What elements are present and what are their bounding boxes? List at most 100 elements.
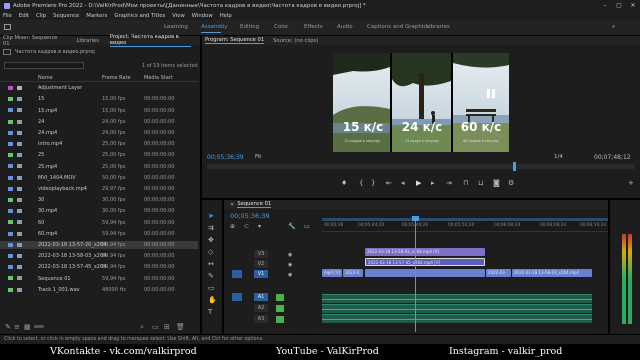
menu-help[interactable]: Help bbox=[220, 13, 232, 19]
list-item[interactable]: MVI_1404.MOV 50,00 fps 00:00:00:00 bbox=[0, 174, 198, 182]
source-patch-v1[interactable] bbox=[232, 270, 242, 278]
track-a3-label[interactable]: A3 bbox=[254, 315, 268, 323]
color-label-swatch[interactable] bbox=[8, 242, 13, 247]
color-label-swatch[interactable] bbox=[8, 254, 13, 258]
list-item[interactable]: 24.mp4 24,00 fps 00:00:00:00 bbox=[0, 129, 198, 137]
clip-v3[interactable]: 2022-03-18 13-58-03_x264.mp4 [V] bbox=[365, 248, 485, 256]
color-label-swatch[interactable] bbox=[8, 164, 13, 169]
tab-clip-mixer[interactable]: Clip Mixer: Sequence 01 bbox=[3, 35, 62, 47]
rectangle-tool-icon[interactable]: ▭ bbox=[208, 284, 215, 292]
clip-v1-a[interactable]: mp4 [V] bbox=[322, 269, 342, 277]
list-item[interactable]: 60 59,94 fps 00:00:00:00 bbox=[0, 218, 198, 226]
go-to-in-icon[interactable]: ⇤ bbox=[386, 179, 392, 187]
color-label-swatch[interactable] bbox=[8, 276, 13, 281]
menu-edit[interactable]: Edit bbox=[19, 13, 29, 19]
ripple-edit-icon[interactable]: ✥ bbox=[208, 236, 214, 244]
home-icon[interactable] bbox=[4, 24, 11, 30]
list-item[interactable]: 2022-03-18 13-57-20_x264 59,94 fps 00:00:0… bbox=[0, 240, 198, 250]
column-frame-rate[interactable]: Frame Rate bbox=[102, 75, 131, 81]
search-bin-icon[interactable]: ⌕ bbox=[140, 323, 144, 332]
menu-graphics[interactable]: Graphics and Titles bbox=[114, 13, 165, 19]
workspace-editing[interactable]: Editing bbox=[240, 24, 259, 30]
list-item[interactable]: 24 24,00 fps 00:00:00:00 bbox=[0, 118, 198, 126]
extract-icon[interactable]: ⊔ bbox=[478, 179, 483, 187]
captions-icon[interactable]: ▭ bbox=[304, 223, 310, 230]
add-marker-timeline-icon[interactable]: ▾ bbox=[258, 223, 261, 230]
list-item[interactable]: Sequence 01 59,94 fps 00:00:00:00 bbox=[0, 274, 198, 282]
trash-icon[interactable]: 🗑 bbox=[176, 323, 185, 331]
column-media-start[interactable]: Media Start bbox=[144, 75, 173, 81]
color-label-swatch[interactable] bbox=[8, 119, 13, 124]
step-forward-icon[interactable]: ▸ bbox=[431, 179, 435, 187]
slip-tool-icon[interactable]: ↔ bbox=[208, 260, 214, 268]
list-item[interactable]: 2022-03-18 13-58-03_x264 59,94 fps 00:00:0… bbox=[0, 252, 198, 260]
search-icon[interactable]: ⌕ bbox=[612, 24, 615, 31]
eye-v2-icon[interactable]: ◉ bbox=[288, 262, 292, 268]
list-item[interactable]: 30 30,00 fps 00:00:00:00 bbox=[0, 196, 198, 204]
workspace-effects[interactable]: Effects bbox=[304, 24, 323, 30]
mute-a2-button[interactable] bbox=[276, 305, 284, 312]
clip-v1-d[interactable]: 2022-03-18 13-58-03_x264.mp4 bbox=[512, 269, 592, 277]
mark-in-icon[interactable]: { bbox=[359, 179, 363, 187]
menu-view[interactable]: View bbox=[172, 13, 185, 19]
fit-dropdown[interactable]: Fit bbox=[255, 154, 261, 160]
track-v3-label[interactable]: V3 bbox=[254, 250, 268, 258]
column-name[interactable]: Name bbox=[38, 75, 53, 81]
tab-sequence-01[interactable]: Sequence 01 bbox=[237, 201, 272, 208]
menu-sequence[interactable]: Sequence bbox=[53, 13, 79, 19]
color-label-swatch[interactable] bbox=[8, 130, 13, 135]
timeline-ruler[interactable]: 00;05;36 00;05;44;20 00;05;49;20 00;05;5… bbox=[322, 217, 608, 232]
workspace-libraries[interactable]: Libraries bbox=[426, 24, 450, 30]
workspace-learning[interactable]: Learning bbox=[164, 24, 188, 30]
selection-tool-icon[interactable]: ➤ bbox=[208, 212, 214, 220]
list-item[interactable]: 25.mp4 25,00 fps 00:00:00:00 bbox=[0, 162, 198, 170]
menu-markers[interactable]: Markers bbox=[86, 13, 107, 19]
clip-v2[interactable]: 2022-03-18 13-57-45_x264.mp4 [V] bbox=[365, 258, 485, 266]
audio-clip-a2[interactable] bbox=[322, 304, 592, 313]
list-item[interactable]: Adjustment Layer bbox=[0, 84, 198, 92]
color-label-swatch[interactable] bbox=[8, 209, 13, 214]
menu-window[interactable]: Window bbox=[192, 13, 213, 19]
list-view-icon[interactable]: ≡ bbox=[14, 323, 20, 331]
color-label-swatch[interactable] bbox=[8, 186, 13, 191]
playhead-handle[interactable] bbox=[412, 216, 419, 221]
play-icon[interactable]: ▶ bbox=[416, 179, 421, 187]
new-item-icon[interactable]: ⊞ bbox=[164, 323, 170, 331]
workspace-assembly[interactable]: Assembly bbox=[201, 24, 228, 30]
list-item[interactable]: 15.mp4 15,00 fps 00:00:00:00 bbox=[0, 106, 198, 114]
settings-icon[interactable]: ⚙ bbox=[508, 179, 514, 187]
color-label-swatch[interactable] bbox=[8, 97, 13, 102]
list-item[interactable]: 30.mp4 30,00 fps 00:00:00:00 bbox=[0, 207, 198, 215]
list-item[interactable]: 25 25,00 fps 00:00:00:00 bbox=[0, 151, 198, 159]
tab-libraries[interactable]: Libraries bbox=[77, 38, 99, 44]
hand-tool-icon[interactable]: ✋ bbox=[208, 296, 217, 304]
list-item[interactable]: 15 15,00 fps 00:00:00:00 bbox=[0, 95, 198, 103]
color-label-swatch[interactable] bbox=[8, 153, 13, 158]
workspace-audio[interactable]: Audio bbox=[337, 24, 353, 30]
track-v1-label[interactable]: V1 bbox=[254, 270, 268, 278]
program-playhead[interactable] bbox=[513, 162, 516, 171]
color-label-swatch[interactable] bbox=[8, 108, 13, 113]
program-scrub-bar[interactable] bbox=[207, 162, 635, 171]
close-sequence-icon[interactable]: ✕ bbox=[230, 202, 234, 208]
workspace-color[interactable]: Color bbox=[274, 24, 288, 30]
color-label-swatch[interactable] bbox=[8, 175, 13, 180]
source-patch-a1[interactable] bbox=[232, 293, 242, 301]
maximize-button[interactable]: ▢ bbox=[612, 0, 626, 11]
project-search-input[interactable] bbox=[4, 62, 84, 69]
eye-v1-icon[interactable]: ◉ bbox=[288, 272, 292, 278]
tab-project[interactable]: Project: Частота кадров в видео bbox=[109, 34, 191, 47]
color-label-swatch[interactable] bbox=[8, 231, 13, 236]
list-item[interactable]: 2022-03-18 13-57-45_x264 59,94 fps 00:00:0… bbox=[0, 263, 198, 271]
workspace-captions[interactable]: Captions and Graphics bbox=[367, 24, 429, 30]
menu-clip[interactable]: Clip bbox=[36, 13, 46, 19]
audio-clip-a3[interactable] bbox=[322, 314, 592, 323]
quality-dropdown[interactable]: 1/4 bbox=[554, 154, 563, 160]
step-back-icon[interactable]: ◂ bbox=[401, 179, 405, 187]
add-button-icon[interactable]: + bbox=[628, 179, 634, 187]
timeline-timecode[interactable]: 00;05;36;39 bbox=[230, 212, 270, 220]
close-button[interactable]: ✕ bbox=[626, 0, 640, 11]
color-label-swatch[interactable] bbox=[8, 142, 13, 146]
audio-clip-a1[interactable] bbox=[322, 294, 592, 303]
eye-v3-icon[interactable]: ◉ bbox=[288, 252, 292, 258]
